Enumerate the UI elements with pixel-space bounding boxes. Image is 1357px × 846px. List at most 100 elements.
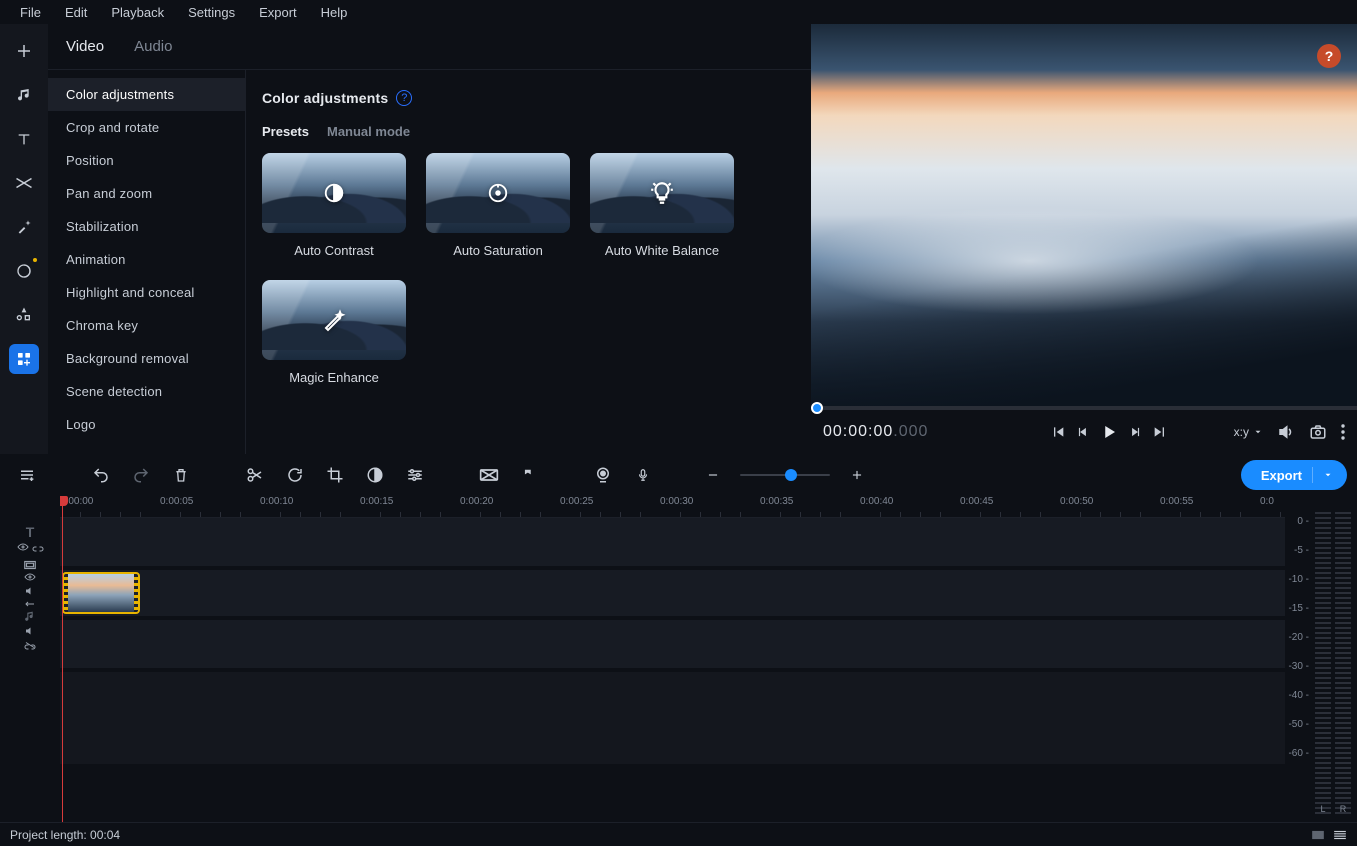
track-header-audio[interactable] xyxy=(0,610,60,650)
preset-auto-white-balance[interactable]: Auto White Balance xyxy=(590,153,734,258)
meter-label: -5 - xyxy=(1294,545,1309,556)
sidelist-crop-rotate[interactable]: Crop and rotate xyxy=(48,111,245,144)
preview-scrubber[interactable] xyxy=(811,406,1357,410)
preset-auto-contrast[interactable]: Auto Contrast xyxy=(262,153,406,258)
chevron-down-icon xyxy=(1323,470,1333,480)
scrubber-knob[interactable] xyxy=(811,402,823,414)
tool-list: Color adjustments Crop and rotate Positi… xyxy=(48,70,246,454)
color-icon[interactable] xyxy=(358,458,392,492)
menu-help[interactable]: Help xyxy=(309,1,360,24)
zoom-slider-knob[interactable] xyxy=(785,469,797,481)
transition-icon[interactable] xyxy=(9,168,39,198)
play-icon[interactable] xyxy=(1100,423,1118,441)
video-clip[interactable] xyxy=(62,572,140,614)
speaker-icon[interactable] xyxy=(24,585,36,597)
track-title[interactable] xyxy=(60,518,1285,566)
sidelist-chroma-key[interactable]: Chroma key xyxy=(48,309,245,342)
sidelist-logo[interactable]: Logo xyxy=(48,408,245,441)
menu-settings[interactable]: Settings xyxy=(176,1,247,24)
timeline-ruler[interactable]: 0:00:000:00:050:00:100:00:150:00:200:00:… xyxy=(60,496,1285,518)
speaker-icon[interactable] xyxy=(24,625,36,637)
preset-magic-enhance[interactable]: Magic Enhance xyxy=(262,280,406,385)
crop-icon[interactable] xyxy=(318,458,352,492)
sidelist-color-adjustments[interactable]: Color adjustments xyxy=(48,78,245,111)
zoom-slider[interactable] xyxy=(740,474,830,476)
track-audio[interactable] xyxy=(60,620,1285,668)
meter-label: -20 - xyxy=(1288,632,1309,643)
unlink-icon[interactable] xyxy=(24,640,36,650)
track-header-title[interactable]: T xyxy=(0,518,60,558)
redo-icon[interactable] xyxy=(124,458,158,492)
eye-icon[interactable] xyxy=(17,542,29,552)
link-icon[interactable] xyxy=(32,542,44,552)
bulb-icon xyxy=(649,180,675,206)
menu-file[interactable]: File xyxy=(8,1,53,24)
track-header-video[interactable] xyxy=(0,558,60,610)
track-video[interactable] xyxy=(60,570,1285,616)
aspect-ratio-select[interactable]: x:y xyxy=(1234,425,1263,439)
timeline-tracks[interactable]: 0:00:000:00:050:00:100:00:150:00:200:00:… xyxy=(60,496,1285,822)
sidelist-highlight-conceal[interactable]: Highlight and conceal xyxy=(48,276,245,309)
help-badge[interactable]: ? xyxy=(1317,44,1341,68)
sidelist-stabilization[interactable]: Stabilization xyxy=(48,210,245,243)
more-icon[interactable] xyxy=(1341,424,1345,440)
eye-icon[interactable] xyxy=(24,572,36,582)
menu-edit[interactable]: Edit xyxy=(53,1,99,24)
zoom-in-icon[interactable] xyxy=(840,458,874,492)
menu-playback[interactable]: Playback xyxy=(99,1,176,24)
track-empty[interactable] xyxy=(60,672,1285,764)
preset-label: Auto Saturation xyxy=(453,243,543,258)
left-rail xyxy=(0,24,48,454)
record-screen-icon[interactable] xyxy=(586,458,620,492)
mode-manual[interactable]: Manual mode xyxy=(327,124,410,139)
ruler-tick: 0:00:05 xyxy=(160,496,193,507)
sidelist-position[interactable]: Position xyxy=(48,144,245,177)
playhead[interactable] xyxy=(62,496,63,822)
record-mic-icon[interactable] xyxy=(626,458,660,492)
music-note-icon xyxy=(23,610,37,623)
undo-icon[interactable] xyxy=(84,458,118,492)
mode-presets[interactable]: Presets xyxy=(262,124,309,139)
music-icon[interactable] xyxy=(9,80,39,110)
view-mode-2-icon[interactable] xyxy=(1333,829,1347,841)
wand-icon[interactable] xyxy=(9,212,39,242)
next-clip-icon[interactable] xyxy=(1152,424,1168,440)
adjust-icon[interactable] xyxy=(398,458,432,492)
preview-viewport[interactable]: ? xyxy=(811,24,1357,406)
marker-icon[interactable] xyxy=(512,458,546,492)
preset-auto-saturation[interactable]: Auto Saturation xyxy=(426,153,570,258)
sidelist-animation[interactable]: Animation xyxy=(48,243,245,276)
prev-clip-icon[interactable] xyxy=(1050,424,1066,440)
snapshot-icon[interactable] xyxy=(1309,423,1327,441)
next-frame-icon[interactable] xyxy=(1128,425,1142,439)
text-icon[interactable] xyxy=(9,124,39,154)
export-button[interactable]: Export xyxy=(1241,460,1347,490)
help-icon[interactable]: ? xyxy=(396,90,412,106)
export-label: Export xyxy=(1261,468,1302,483)
elements-icon[interactable] xyxy=(9,300,39,330)
contrast-icon xyxy=(323,182,345,204)
delete-icon[interactable] xyxy=(164,458,198,492)
sidelist-scene-detection[interactable]: Scene detection xyxy=(48,375,245,408)
rotate-icon[interactable] xyxy=(278,458,312,492)
stickers-icon[interactable] xyxy=(9,256,39,286)
timecode: 00:00:00.000 xyxy=(823,423,928,441)
more-tools-icon[interactable] xyxy=(9,344,39,374)
split-icon[interactable] xyxy=(238,458,272,492)
menu-export[interactable]: Export xyxy=(247,1,309,24)
sidelist-background-removal[interactable]: Background removal xyxy=(48,342,245,375)
arrow-left-icon[interactable] xyxy=(24,600,36,608)
transition-tool-icon[interactable] xyxy=(472,458,506,492)
meter-label: -50 - xyxy=(1288,719,1309,730)
zoom-out-icon[interactable] xyxy=(696,458,730,492)
menu-bar: File Edit Playback Settings Export Help xyxy=(0,0,1357,24)
sidelist-pan-zoom[interactable]: Pan and zoom xyxy=(48,177,245,210)
tab-video[interactable]: Video xyxy=(60,32,110,61)
view-mode-1-icon[interactable] xyxy=(1311,829,1325,841)
tab-audio[interactable]: Audio xyxy=(128,32,178,61)
prev-frame-icon[interactable] xyxy=(1076,425,1090,439)
add-icon[interactable] xyxy=(9,36,39,66)
volume-icon[interactable] xyxy=(1277,423,1295,441)
add-track-icon[interactable] xyxy=(10,458,44,492)
ruler-tick: 0:00:10 xyxy=(260,496,293,507)
